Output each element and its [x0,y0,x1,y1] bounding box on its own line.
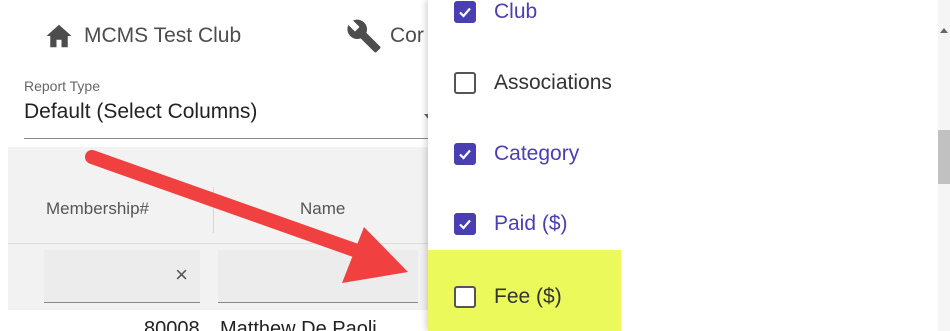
option-label: Category [494,142,580,165]
column-option-associations[interactable]: Associations [428,56,928,110]
report-type-value[interactable]: Default (Select Columns) [24,100,434,139]
club-name: MCMS Test Club [84,24,242,47]
report-type-select[interactable]: Report Type Default (Select Columns) [24,78,434,139]
table-header: Membership# Name [8,177,428,244]
column-option-paid[interactable]: Paid ($) [428,197,928,251]
membership-filter-input[interactable]: × [44,250,200,303]
tools-label: Cor [390,24,424,47]
check-icon [459,7,471,18]
option-label: Paid ($) [494,212,568,235]
club-home-button[interactable]: MCMS Test Club [44,20,241,52]
check-icon [459,149,471,160]
column-header-name[interactable]: Name [300,199,345,219]
table-row[interactable]: 80008 Matthew De Paoli [8,312,428,331]
checkbox-checked[interactable] [454,1,476,23]
option-label: Associations [494,71,612,94]
scroll-up-arrow-icon[interactable] [940,28,948,33]
option-label: Fee ($) [494,285,562,308]
membership-cell: 80008 [144,318,200,331]
column-select-dropdown[interactable]: Club Associations Category Paid ($) Fee … [428,0,950,331]
checkbox-checked[interactable] [454,213,476,235]
tools-button[interactable]: Cor [346,19,424,53]
report-type-label: Report Type [24,78,101,94]
check-icon [459,219,471,230]
column-header-membership[interactable]: Membership# [46,199,149,219]
scrollbar-thumb[interactable] [938,130,950,184]
checkbox-unchecked[interactable] [454,72,476,94]
home-icon [46,24,72,48]
name-filter-input[interactable] [218,250,418,303]
column-divider[interactable] [213,187,214,233]
column-option-category[interactable]: Category [428,127,928,181]
name-cell: Matthew De Paoli [220,318,377,331]
checkbox-checked[interactable] [454,143,476,165]
close-icon[interactable]: × [175,264,188,286]
wrench-icon [347,19,381,53]
option-label: Club [494,0,538,23]
column-option-fee[interactable]: Fee ($) [428,270,928,324]
filter-row: × [8,244,428,310]
toolbar-band [8,147,428,177]
checkbox-unchecked[interactable] [454,286,476,308]
column-option-club[interactable]: Club [428,0,928,39]
